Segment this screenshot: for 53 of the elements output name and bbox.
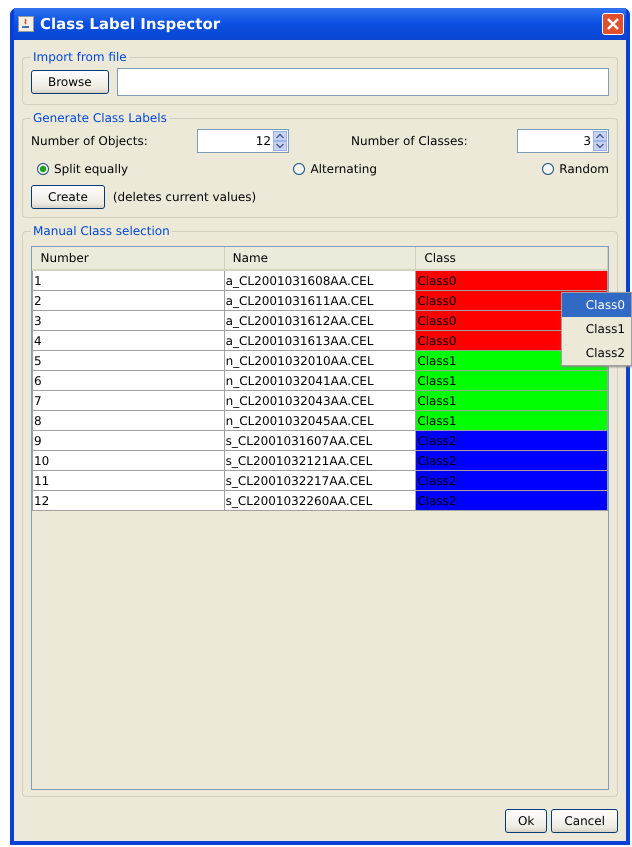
- number-spinner[interactable]: 3: [517, 129, 609, 153]
- dialog-button[interactable]: Ok: [504, 809, 548, 833]
- table-cell: 8: [32, 410, 224, 430]
- file-path-field[interactable]: [116, 68, 609, 96]
- table-cell: 7: [32, 390, 224, 410]
- column-header[interactable]: Name: [224, 247, 416, 270]
- table-cell: n_CL2001032010AA.CEL: [224, 350, 416, 370]
- table-cell: 4: [32, 330, 224, 350]
- class-cell[interactable]: Class1: [416, 390, 608, 410]
- table-cell: 12: [32, 490, 224, 510]
- table-cell: 2: [32, 290, 224, 310]
- spin-arrows-icon: [273, 131, 287, 151]
- table-cell: 5: [32, 350, 224, 370]
- table-cell: s_CL2001032121AA.CEL: [224, 450, 416, 470]
- create-button[interactable]: Create: [31, 185, 105, 209]
- radio-option[interactable]: Random: [542, 162, 609, 176]
- table-cell: s_CL2001031607AA.CEL: [224, 430, 416, 450]
- table-cell: a_CL2001031612AA.CEL: [224, 310, 416, 330]
- class-cell[interactable]: Class1: [416, 410, 608, 430]
- spin-arrows-icon: [593, 131, 607, 151]
- table-cell: s_CL2001032217AA.CEL: [224, 470, 416, 490]
- table-cell: a_CL2001031608AA.CEL: [224, 270, 416, 290]
- table-cell: 6: [32, 370, 224, 390]
- window-title: Class Label Inspector: [40, 15, 222, 33]
- group-title: Manual Class selection: [32, 224, 171, 238]
- browse-button[interactable]: Browse: [31, 70, 109, 94]
- close-icon: [607, 18, 619, 30]
- table-cell: a_CL2001031613AA.CEL: [224, 330, 416, 350]
- table-cell: 3: [32, 310, 224, 330]
- hint-text: (deletes current values): [112, 190, 256, 204]
- class-cell[interactable]: Class1: [416, 370, 608, 390]
- table-cell: a_CL2001031611AA.CEL: [224, 290, 416, 310]
- close-button[interactable]: [602, 13, 624, 35]
- number-spinner[interactable]: 12: [197, 129, 289, 153]
- table-cell: 9: [32, 430, 224, 450]
- table-cell: 1: [32, 270, 224, 290]
- radio-option[interactable]: Split equally: [37, 162, 128, 176]
- class-cell[interactable]: Class0: [416, 270, 608, 290]
- table-cell: 10: [32, 450, 224, 470]
- column-header[interactable]: Number: [32, 247, 224, 270]
- table-cell: n_CL2001032043AA.CEL: [224, 390, 416, 410]
- table-cell: n_CL2001032045AA.CEL: [224, 410, 416, 430]
- group-title: Generate Class Labels: [32, 111, 168, 125]
- radio-option[interactable]: Alternating: [293, 162, 378, 176]
- dropdown-item[interactable]: Class0: [562, 293, 631, 317]
- table-cell: n_CL2001032041AA.CEL: [224, 370, 416, 390]
- table-cell: 11: [32, 470, 224, 490]
- field-label: Number of Classes:: [351, 134, 469, 148]
- group-title: Import from file: [32, 50, 128, 64]
- field-label: Number of Objects:: [31, 134, 149, 148]
- column-header[interactable]: Class: [416, 247, 608, 270]
- table-cell: s_CL2001032260AA.CEL: [224, 490, 416, 510]
- dialog-button[interactable]: Cancel: [551, 809, 618, 833]
